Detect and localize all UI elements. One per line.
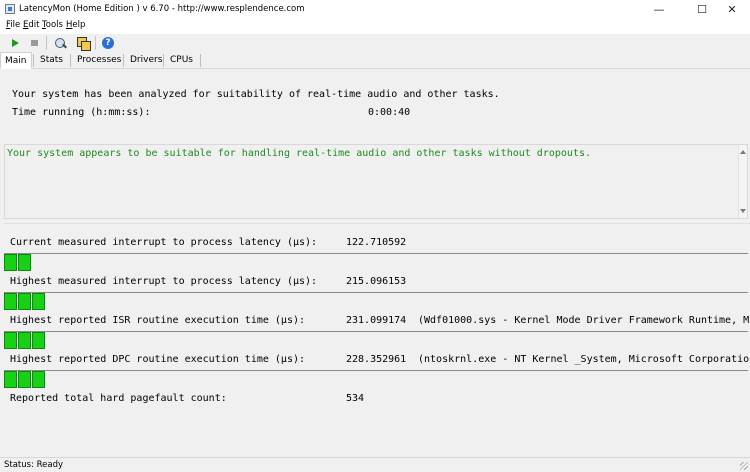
- tab-separator: [33, 54, 34, 67]
- app-icon: [5, 4, 15, 14]
- tab-separator: [163, 54, 164, 67]
- resize-grip-icon[interactable]: [740, 462, 748, 470]
- bar-segment: [4, 332, 17, 349]
- bar-baseline: [4, 331, 748, 332]
- measurement-label: Reported total hard pagefault count:: [10, 393, 227, 404]
- toolbar: [0, 34, 750, 52]
- bar-segment: [4, 371, 17, 388]
- window-title: LatencyMon (Home Edition ) v 6.70 - http…: [19, 4, 305, 14]
- bar-segment: [4, 254, 17, 271]
- analysis-panel: Your system has been analyzed for suitab…: [4, 77, 748, 132]
- measurements-panel: Current measured interrupt to process la…: [4, 223, 750, 457]
- toolbar-separator: [95, 36, 96, 50]
- latency-bar: [4, 292, 748, 310]
- time-running-value: 0:00:40: [368, 107, 411, 118]
- close-button[interactable]: ✕: [714, 0, 750, 19]
- bar-segment: [18, 371, 31, 388]
- toolbar-separator: [46, 36, 47, 50]
- bar-segment: [32, 293, 45, 310]
- latency-bar: [4, 253, 748, 271]
- menu-file[interactable]: File: [6, 20, 20, 30]
- tab-cpus[interactable]: CPUs: [166, 52, 197, 69]
- latency-bar: [4, 370, 748, 388]
- search-tool-icon[interactable]: [54, 36, 68, 50]
- analysis-text: Your system has been analyzed for suitab…: [12, 89, 500, 100]
- tab-processes[interactable]: Processes: [73, 52, 125, 69]
- measurement-label: Current measured interrupt to process la…: [10, 237, 318, 248]
- measurement-detail: (Wdf01000.sys - Kernel Mode Driver Frame…: [418, 315, 750, 326]
- verdict-scrollbar[interactable]: [738, 145, 747, 218]
- verdict-panel[interactable]: Your system appears to be suitable for h…: [4, 144, 748, 219]
- main-panel: Your system has been analyzed for suitab…: [0, 69, 750, 457]
- measurement-value: 228.352961: [346, 354, 407, 365]
- tab-separator: [123, 54, 124, 67]
- bar-baseline: [4, 370, 748, 371]
- tab-bar: Main Stats Processes Drivers CPUs: [0, 52, 750, 69]
- measurement-label: Highest reported DPC routine execution t…: [10, 354, 306, 365]
- bar-segment: [18, 254, 31, 271]
- bar-segment: [18, 332, 31, 349]
- play-icon[interactable]: [9, 36, 23, 50]
- bar-segment: [32, 332, 45, 349]
- tab-drivers[interactable]: Drivers: [126, 52, 166, 69]
- bar-baseline: [4, 292, 748, 293]
- menu-edit[interactable]: Edit: [23, 20, 39, 30]
- measurement-label: Highest reported ISR routine execution t…: [10, 315, 306, 326]
- measurement-detail: (ntoskrnl.exe - NT Kernel _System, Micro…: [418, 354, 750, 365]
- help-icon[interactable]: [101, 36, 115, 50]
- measurement-value: 215.096153: [346, 276, 407, 287]
- menu-help[interactable]: Help: [66, 20, 85, 30]
- status-text: Status: Ready: [4, 460, 64, 470]
- latency-bar: [4, 331, 748, 349]
- scroll-down-icon[interactable]: [740, 209, 746, 213]
- scroll-up-icon[interactable]: [740, 150, 746, 154]
- bar-segment: [18, 293, 31, 310]
- tab-separator: [70, 54, 71, 67]
- stop-icon[interactable]: [28, 36, 42, 50]
- title-bar: LatencyMon (Home Edition ) v 6.70 - http…: [0, 0, 750, 19]
- tab-main[interactable]: Main: [0, 52, 32, 69]
- tab-stats[interactable]: Stats: [36, 52, 67, 69]
- measurement-value: 231.099174: [346, 315, 407, 326]
- status-bar: Status: Ready: [0, 457, 750, 472]
- menu-tools[interactable]: Tools: [42, 20, 63, 30]
- measurement-value: 534: [346, 393, 365, 404]
- bar-segment: [4, 293, 17, 310]
- verdict-text: Your system appears to be suitable for h…: [7, 148, 591, 159]
- measurement-value: 122.710592: [346, 237, 407, 248]
- tab-separator: [200, 54, 201, 67]
- time-running-label: Time running (h:mm:ss):: [12, 107, 151, 118]
- menu-bar: File Edit Tools Help: [0, 19, 750, 33]
- bar-segment: [32, 371, 45, 388]
- minimize-button[interactable]: —: [641, 0, 677, 19]
- bar-baseline: [4, 253, 748, 254]
- measurement-label: Highest measured interrupt to process la…: [10, 276, 318, 287]
- windows-tool-icon[interactable]: [76, 36, 91, 51]
